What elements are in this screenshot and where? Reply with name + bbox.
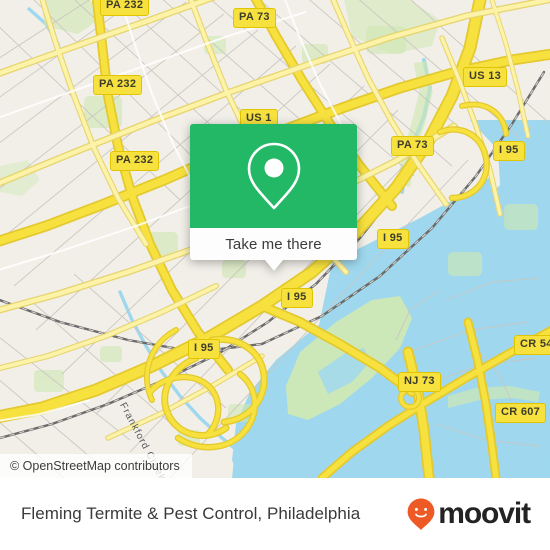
popup-pointer-tail (264, 260, 283, 271)
road-shield: PA 232 (93, 75, 143, 95)
road-shield: CR 607 (495, 403, 547, 423)
map-attribution[interactable]: © OpenStreetMap contributors (0, 454, 192, 478)
moovit-logo[interactable]: moovit (406, 497, 531, 531)
road-shield: NJ 73 (398, 372, 441, 392)
road-shield: I 95 (281, 288, 313, 308)
map-canvas[interactable]: PA 232 PA 73 US 13 PA 232 US 1 PA 73 I 95 PA 23… (0, 0, 550, 478)
road-shield: PA 73 (391, 136, 434, 156)
road-shield: I 95 (377, 229, 409, 249)
take-me-there-label: Take me there (225, 235, 322, 253)
road-shield: US 13 (463, 67, 508, 87)
page-footer: Fleming Termite & Pest Control, Philadel… (0, 478, 550, 550)
take-me-there-button[interactable]: Take me there (190, 228, 357, 260)
moovit-pin-icon (407, 498, 435, 530)
road-shield: PA 232 (110, 151, 160, 171)
location-popup-card[interactable]: Take me there (190, 124, 357, 271)
popup-image-panel (190, 124, 357, 228)
attribution-text: © OpenStreetMap contributors (10, 459, 180, 473)
road-shield: I 95 (188, 339, 220, 359)
road-shield: I 95 (493, 141, 525, 161)
road-shield: PA 73 (233, 8, 276, 28)
map-pin-icon (247, 142, 300, 210)
road-shield: CR 543 (514, 335, 550, 355)
road-shield: PA 232 (100, 0, 150, 16)
moovit-wordmark: moovit (438, 497, 531, 530)
location-title: Fleming Termite & Pest Control, Philadel… (21, 504, 361, 523)
